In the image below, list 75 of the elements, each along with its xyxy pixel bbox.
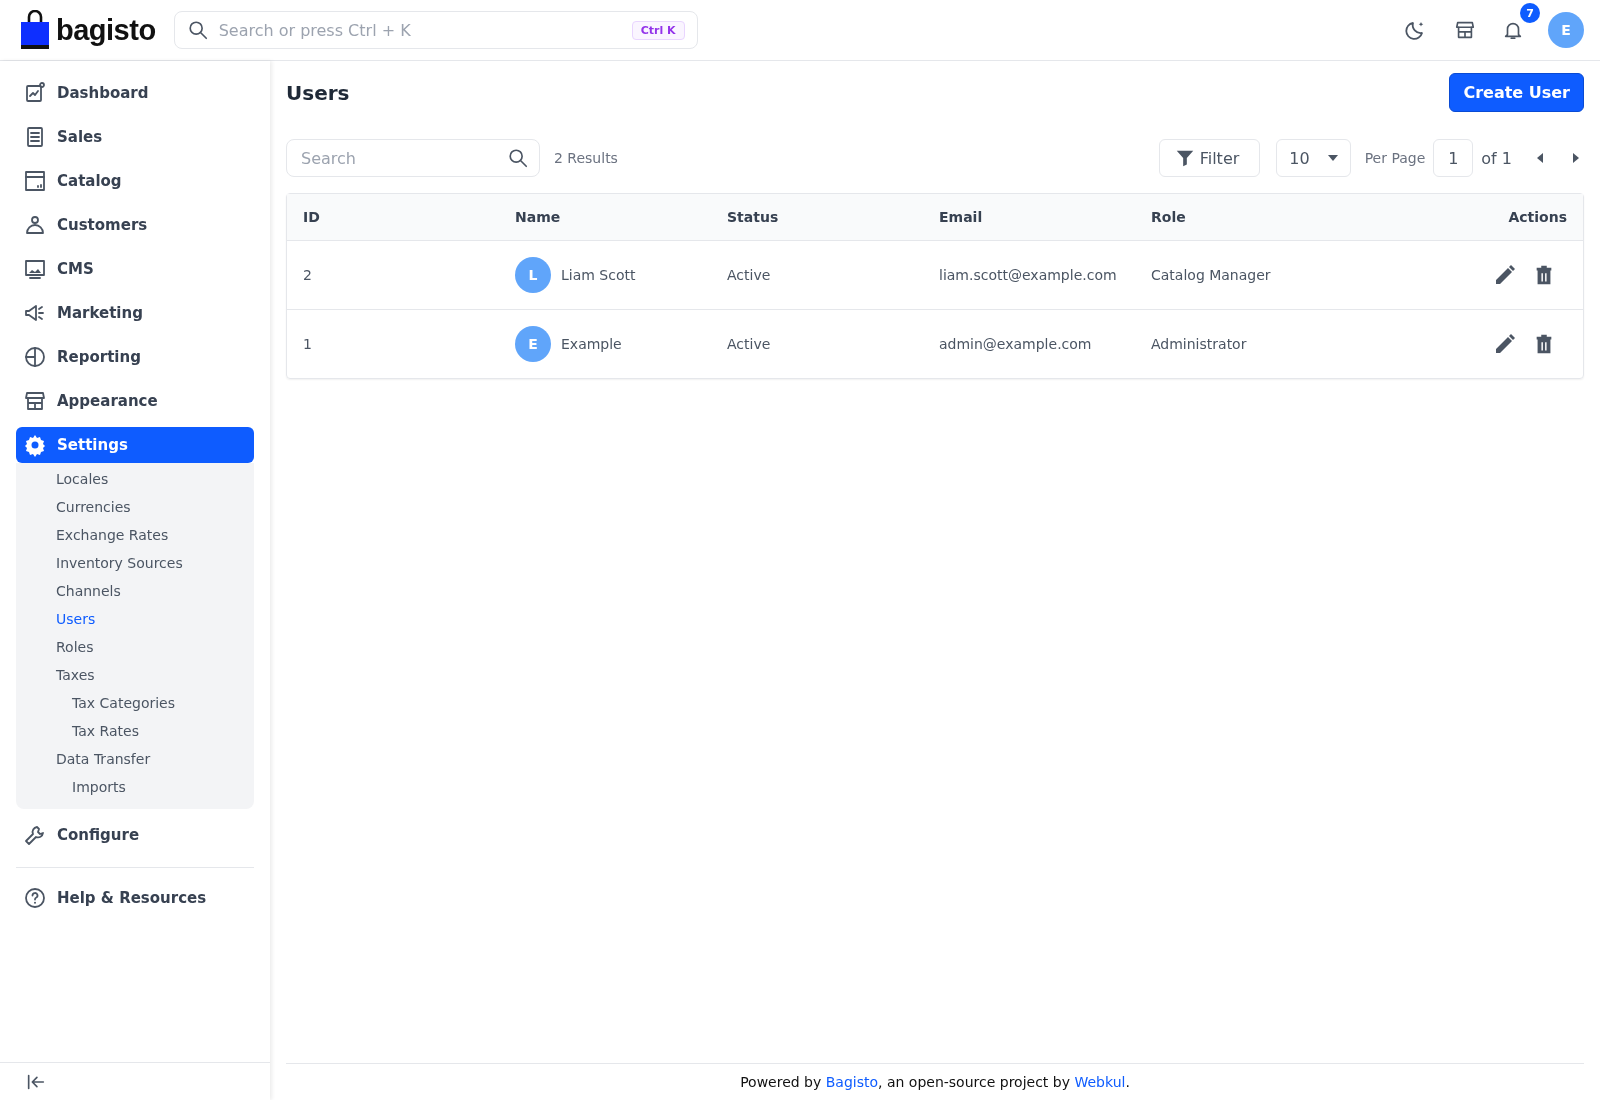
sidebar-subitem[interactable]: Tax Categories: [16, 689, 254, 717]
bag-logo-icon: [20, 10, 50, 50]
wrench-icon: [23, 823, 47, 847]
pie-chart-icon: [23, 345, 47, 369]
sidebar-subitem[interactable]: Inventory Sources: [16, 549, 254, 577]
page-total: of 1: [1481, 148, 1512, 168]
help-link[interactable]: Help & Resources: [16, 880, 254, 916]
webkul-link[interactable]: Webkul: [1074, 1074, 1126, 1090]
sidebar-item[interactable]: Dashboard: [16, 75, 254, 111]
page-field[interactable]: 1: [1433, 139, 1474, 177]
table-cell-text: Active: [727, 336, 772, 352]
column-header: Email: [939, 209, 984, 225]
column-header: Actions: [1507, 209, 1567, 225]
table-cell-text: Administrator: [1151, 336, 1248, 352]
user-avatar: L: [515, 257, 551, 293]
search-icon: [186, 19, 209, 41]
sidebar-subitem[interactable]: Tax Rates: [16, 717, 254, 745]
sidebar-item[interactable]: CMS: [16, 251, 254, 287]
sidebar-item[interactable]: Reporting: [16, 339, 254, 375]
bagisto-link[interactable]: Bagisto: [825, 1074, 879, 1090]
sidebar-subitem[interactable]: Roles: [16, 633, 254, 661]
chart-icon: [23, 81, 47, 105]
sidebar-subitem[interactable]: Imports: [16, 773, 254, 801]
table-cell-text: Catalog Manager: [1151, 267, 1272, 283]
search-icon: [507, 147, 529, 169]
monitor-icon: [23, 257, 47, 281]
sidebar-item[interactable]: Configure: [16, 817, 254, 853]
per-page-label: Per Page: [1364, 150, 1426, 166]
table-cell-text: 1: [303, 336, 313, 352]
sidebar-subitem[interactable]: Channels: [16, 577, 254, 605]
store-icon: [1454, 19, 1476, 41]
notification-count: 7: [1520, 3, 1540, 23]
page-title: Users: [286, 80, 350, 105]
sidebar-subitem[interactable]: Users: [16, 605, 254, 633]
caret-left-icon: [1536, 153, 1544, 163]
filter-button[interactable]: Filter: [1158, 139, 1261, 177]
logo-text: bagisto: [56, 13, 156, 47]
user-avatar: E: [515, 326, 551, 362]
help-icon: [23, 886, 47, 910]
sidebar-item[interactable]: Appearance: [16, 383, 254, 419]
table-cell: Example: [561, 336, 622, 352]
table-cell-text: liam.scott@example.com: [939, 267, 1118, 283]
table-cell-text: admin@example.com: [939, 336, 1093, 352]
column-header: Role: [1151, 209, 1187, 225]
search-field[interactable]: Search or press Ctrl + K Ctrl K: [173, 11, 698, 49]
sidebar-item[interactable]: Marketing: [16, 295, 254, 331]
pencil-icon: [1493, 263, 1517, 287]
sidebar-subitem[interactable]: Taxes: [16, 661, 254, 689]
caret-right-icon: [1572, 153, 1580, 163]
footer-text: Powered by Bagisto, an open-source project by Webkul.: [740, 1074, 1130, 1090]
table-cell-text: Active: [727, 267, 772, 283]
sidebar-subitem[interactable]: Data Transfer: [16, 745, 254, 773]
sidebar-item[interactable]: Customers: [16, 207, 254, 243]
results-count: 2 Results: [554, 150, 618, 166]
person-icon: [23, 213, 47, 237]
per-page-dropdown[interactable]: 10: [1276, 139, 1351, 177]
sidebar-subitem[interactable]: Currencies: [16, 493, 254, 521]
column-header: ID: [303, 209, 321, 225]
table-cell-text: 2: [303, 267, 313, 283]
caret-icon: [1327, 154, 1338, 162]
sidebar-item[interactable]: Catalog: [16, 163, 254, 199]
column-header: Name: [515, 209, 562, 225]
shortcut-badge: Ctrl K: [631, 20, 685, 40]
sidebar-item[interactable]: Sales: [16, 119, 254, 155]
column-header: Status: [727, 209, 780, 225]
search-field[interactable]: Search: [286, 139, 540, 177]
table-cell: Liam Scott: [561, 267, 636, 283]
pencil-icon: [1493, 332, 1517, 356]
sidebar-subitem[interactable]: Locales: [16, 465, 254, 493]
sidebar-subitem[interactable]: Exchange Rates: [16, 521, 254, 549]
settings-icon: [23, 433, 47, 457]
sidebar-item[interactable]: Settings: [16, 427, 254, 463]
layout-icon: [23, 169, 47, 193]
store-icon: [23, 389, 47, 413]
create-user-button[interactable]: Create User: [1449, 73, 1584, 112]
